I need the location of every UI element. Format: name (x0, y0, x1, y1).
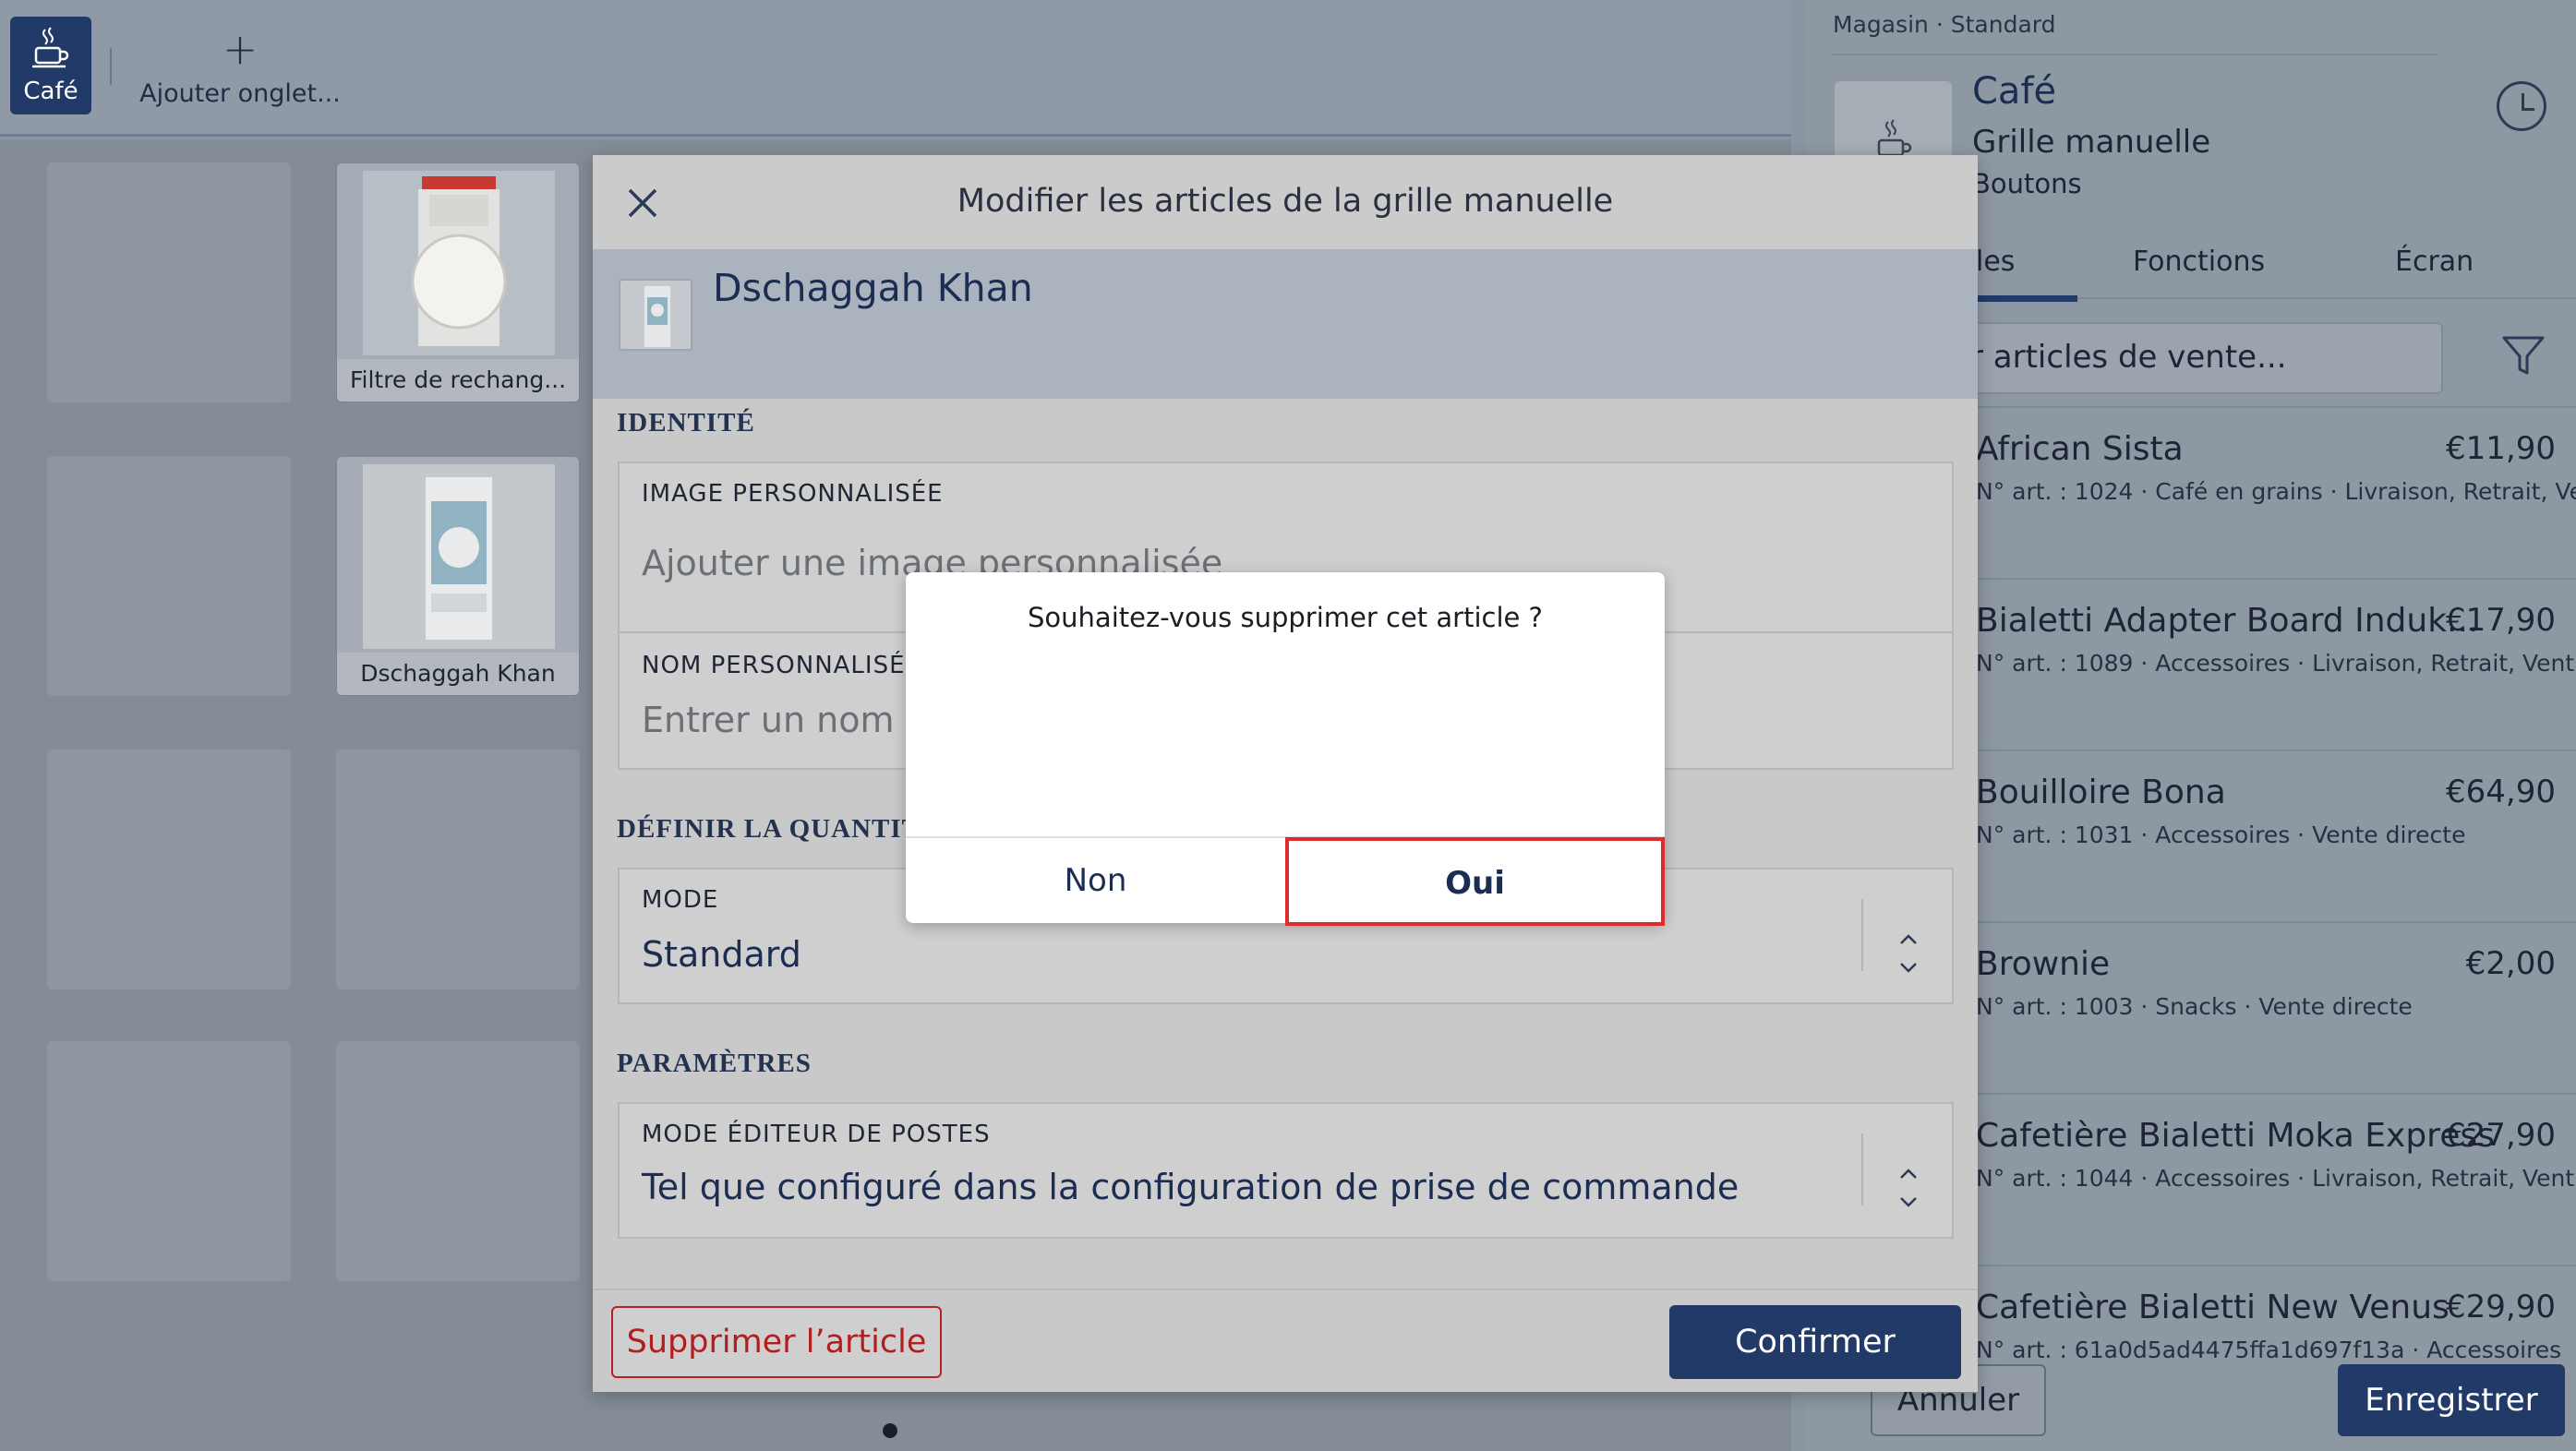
custom-name-label: NOM PERSONNALISÉ (642, 652, 906, 679)
post-editor-value: Tel que configuré dans la configuration … (642, 1167, 1739, 1207)
mode-value: Standard (642, 934, 801, 975)
tab-cafe[interactable]: Café (10, 17, 91, 114)
item-price: €11,90 (2446, 430, 2556, 467)
post-editor-label: MODE ÉDITEUR DE POSTES (642, 1121, 991, 1148)
save-button[interactable]: Enregistrer (2338, 1364, 2565, 1436)
no-button[interactable]: Non (906, 838, 1285, 923)
plus-icon: + (222, 24, 259, 74)
product-image (363, 464, 555, 649)
tab-fonctions[interactable]: Fonctions (2133, 246, 2265, 278)
item-name: Brownie (1976, 945, 2111, 983)
product-image (363, 171, 555, 355)
clock-icon[interactable] (2497, 81, 2546, 131)
filter-icon[interactable] (2500, 332, 2546, 382)
divider (1833, 54, 2437, 55)
page-subtitle: Grille manuelle (1972, 124, 2211, 161)
delete-article-button[interactable]: Supprimer l’article (611, 1306, 942, 1378)
add-tab-label: Ajouter onglet... (139, 79, 341, 108)
item-price: €17,90 (2446, 602, 2556, 639)
yes-button[interactable]: Oui (1285, 837, 1665, 926)
section-quantity-heading: DÉFINIR LA QUANTITÉ (617, 814, 940, 844)
section-params-heading: PARAMÈTRES (617, 1049, 812, 1078)
coffee-cup-icon (10, 26, 91, 74)
confirm-button[interactable]: Confirmer (1669, 1305, 1961, 1379)
mode-label: MODE (642, 886, 719, 914)
grid-cell-empty[interactable] (47, 162, 291, 402)
custom-image-label: IMAGE PERSONNALISÉE (642, 480, 944, 508)
item-name: Bouilloire Bona (1976, 773, 2226, 811)
tab-cafe-label: Café (23, 78, 78, 105)
dialog-title: Modifier les articles de la grille manue… (957, 183, 1614, 220)
product-label: Filtre de rechang... (337, 359, 579, 402)
item-name: Cafetière Bialetti New Venus (1976, 1289, 2450, 1326)
tab-separator (110, 48, 112, 85)
item-meta: N° art. : 1024 · Café en grains · Livrai… (1976, 478, 2576, 505)
section-identity-heading: IDENTITÉ (617, 408, 755, 438)
breadcrumb: Magasin · Standard (1833, 11, 2056, 38)
item-price: €29,90 (2446, 1289, 2556, 1325)
item-meta: N° art. : 1031 · Accessoires · Vente dir… (1976, 821, 2466, 848)
grid-cell-empty[interactable] (47, 1041, 291, 1281)
item-name: African Sista (1976, 430, 2184, 468)
grid-cell-empty[interactable] (336, 749, 580, 989)
tab-articles[interactable]: les (1976, 246, 2015, 278)
grid-product-filter[interactable]: Filtre de rechang... (336, 162, 580, 402)
tab-ecran[interactable]: Écran (2395, 246, 2474, 278)
item-meta: N° art. : 1044 · Accessoires · Livraison… (1976, 1165, 2576, 1192)
article-thumbnail (619, 279, 692, 351)
divider (593, 1289, 1978, 1290)
grid-cell-empty[interactable] (47, 749, 291, 989)
item-price: €64,90 (2446, 773, 2556, 810)
grid-cell-empty[interactable] (47, 456, 291, 696)
page-title: Café (1972, 70, 2057, 113)
grid-cell-empty[interactable] (336, 1041, 580, 1281)
grid-product-dschaggah-khan[interactable]: Dschaggah Khan (336, 456, 580, 696)
item-price: €2,00 (2465, 945, 2556, 982)
item-name: Cafetière Bialetti Moka Express (1976, 1117, 2495, 1155)
item-name: Bialetti Adapter Board Induk... (1976, 602, 2479, 640)
product-label: Dschaggah Khan (337, 653, 579, 695)
divider (1861, 899, 1863, 971)
popup-message: Souhaitez-vous supprimer cet article ? (1028, 602, 1543, 633)
stepper-chevrons-icon[interactable] (1895, 930, 1922, 980)
page-subtitle-secondary: Boutons (1972, 168, 2082, 199)
add-tab-button[interactable]: + Ajouter onglet... (138, 26, 342, 118)
article-name: Dschaggah Khan (713, 266, 1033, 310)
page-indicator-dot[interactable] (883, 1423, 897, 1438)
item-meta: N° art. : 61a0d5ad4475ffa1d697f13a · Acc… (1976, 1337, 2562, 1363)
item-meta: N° art. : 1003 · Snacks · Vente directe (1976, 993, 2413, 1020)
item-price: €27,90 (2446, 1117, 2556, 1154)
item-meta: N° art. : 1089 · Accessoires · Livraison… (1976, 650, 2576, 677)
search-input[interactable]: r articles de vente... (1948, 322, 2443, 394)
divider (1861, 1133, 1863, 1205)
stepper-chevrons-icon[interactable] (1895, 1165, 1922, 1215)
